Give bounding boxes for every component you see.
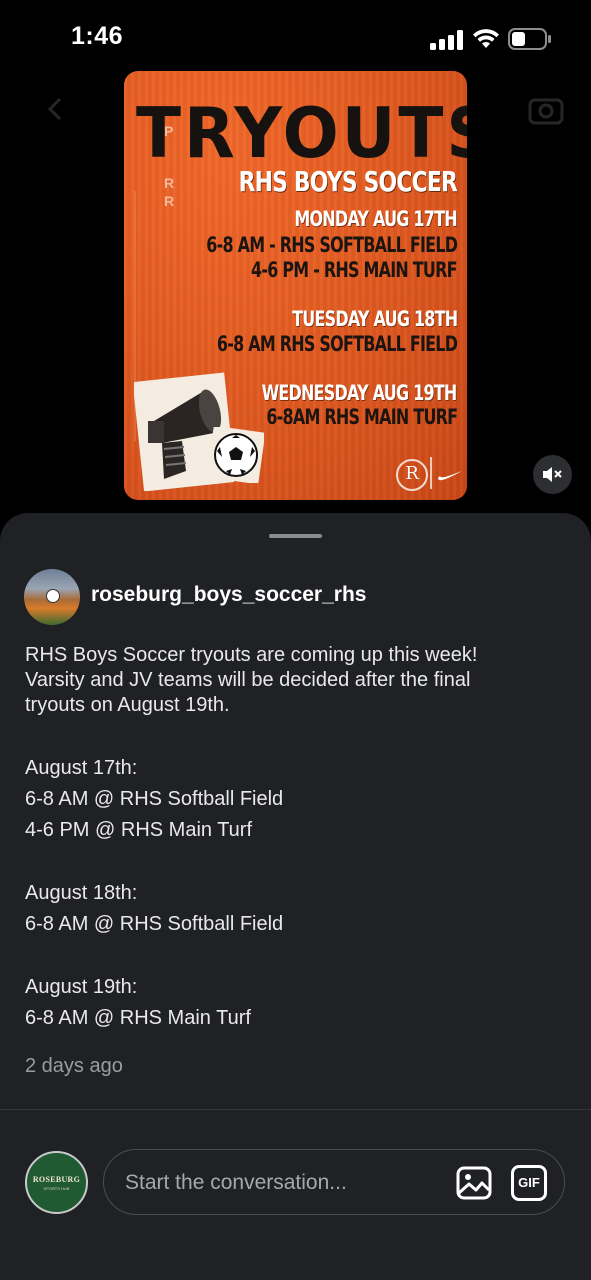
cellular-signal-icon [430,30,463,50]
logo-divider [430,457,432,489]
comment-input[interactable] [123,1166,427,1200]
post-image-poster[interactable]: P R R TRYOUTS RHS BOYS SOCCER MONDAY AUG… [124,71,467,500]
poster-day-tuesday: TUESDAY AUG 18TH [291,307,458,331]
sheet-drag-handle[interactable] [269,534,322,538]
poster-title: TRYOUTS [136,93,467,174]
wifi-icon [473,29,499,48]
battery-icon [508,28,551,50]
schedule-line: 4-6 PM @ RHS Main Turf [25,819,253,841]
gif-button[interactable]: GIF [511,1165,547,1201]
schedule-date: August 17th: [25,757,138,779]
user-avatar[interactable]: ROSEBURG SPORTS HUB [25,1151,88,1214]
avatar-brand-subtext: SPORTS HUB [43,1186,70,1191]
account-avatar[interactable] [24,569,80,625]
poster-day-wednesday: WEDNESDAY AUG 19TH [262,381,458,405]
schedule-date: August 18th: [25,882,138,904]
back-arrow-icon[interactable] [42,95,70,123]
avatar-ball [46,589,60,603]
schedule-line: 6-8 AM @ RHS Softball Field [25,788,284,810]
camera-icon[interactable] [528,93,564,125]
account-username[interactable]: roseburg_boys_soccer_rhs [91,583,366,607]
comment-composer[interactable]: GIF [103,1149,565,1215]
status-time: 1:46 [71,22,124,50]
caption-line: RHS Boys Soccer tryouts are coming up th… [25,644,478,666]
schedule-line: 6-8 AM @ RHS Softball Field [25,913,284,935]
poster-day-monday: MONDAY AUG 17TH [294,207,457,231]
poster-decoration-letter: R [164,175,175,191]
avatar-brand-text: ROSEBURG [32,1175,81,1184]
poster-monday-line2: 4-6 PM - RHS MAIN TURF [251,258,458,282]
poster-decoration-letter: R [164,193,175,209]
caption-line: Varsity and JV teams will be decided aft… [25,669,471,691]
schedule-line: 6-8 AM @ RHS Main Turf [25,1007,251,1029]
comments-sheet: roseburg_boys_soccer_rhs RHS Boys Soccer… [0,513,591,1280]
divider [0,1109,591,1110]
soccer-ball-icon [208,427,264,483]
status-bar: 1:46 [0,0,591,70]
post-timestamp: 2 days ago [25,1055,123,1077]
schedule-date: August 19th: [25,976,138,998]
nike-swoosh-icon [438,471,462,481]
poster-subtitle: RHS BOYS SOCCER [238,165,458,198]
poster-tuesday-line1: 6-8 AM RHS SOFTBALL FIELD [216,332,458,356]
mute-button[interactable] [533,455,572,494]
image-picker-icon[interactable] [456,1165,492,1201]
poster-wednesday-line1: 6-8AM RHS MAIN TURF [265,405,458,429]
speaker-muted-icon [543,467,562,482]
poster-monday-line1: 6-8 AM - RHS SOFTBALL FIELD [206,233,458,257]
rhs-logo: R [396,459,428,491]
caption-line: tryouts on August 19th. [25,694,230,716]
